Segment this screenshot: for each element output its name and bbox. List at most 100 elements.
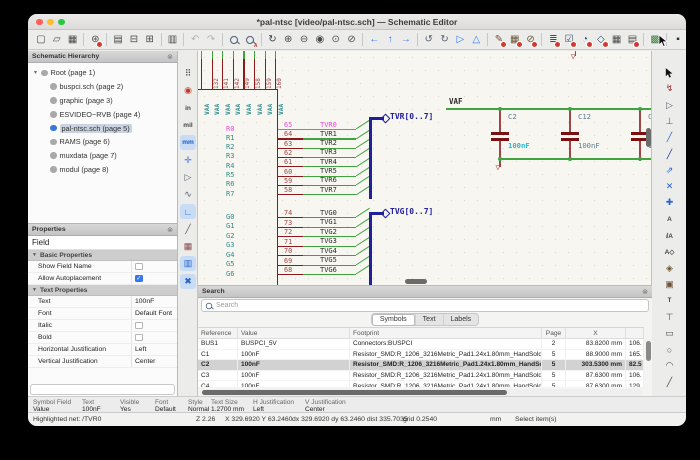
column-header[interactable]: Value [238, 328, 350, 338]
properties-panel-icon[interactable]: ✖ [180, 274, 196, 289]
hierarchy-item[interactable]: buspci.sch (page 2) [28, 80, 177, 94]
place-symbol-icon[interactable]: ▷ [662, 98, 678, 113]
hierarchy-item[interactable]: ▾Root (page 1) [28, 66, 177, 80]
property-value[interactable] [131, 261, 177, 272]
erc-icon[interactable]: ☑ [562, 32, 576, 47]
page-settings-icon[interactable]: ▤ [111, 32, 125, 47]
column-header[interactable]: X [566, 328, 626, 338]
select-tool-icon[interactable] [662, 65, 678, 80]
find-icon[interactable] [227, 32, 241, 47]
column-header[interactable] [626, 328, 644, 338]
table-row[interactable]: C4100nFResistor_SMD:R_1206_3216Metric_Pa… [198, 381, 644, 387]
grid-toggle-icon[interactable]: ⠿ [180, 66, 196, 81]
tab-symbols[interactable]: Symbols [372, 314, 415, 326]
schematic-canvas[interactable]: VAA132VAA141VAA142VAA149VAA158VAA159VAA1… [198, 51, 652, 285]
save-icon[interactable]: ▦ [66, 32, 80, 47]
canvas-v-scrollbar-thumb[interactable] [646, 128, 651, 147]
table-row[interactable]: BUS1BUSPCI_5VConnectors:BUSPCI283.8200 m… [198, 339, 644, 350]
symbol-library-icon[interactable]: ▦ [508, 32, 522, 47]
units-mils-icon[interactable]: mil [180, 118, 196, 133]
hierarchy-item-selected[interactable]: pal-ntsc.sch (page 5) [28, 121, 177, 135]
line-icon[interactable]: ╱ [662, 375, 678, 390]
units-inches-icon[interactable]: in [180, 101, 196, 116]
properties-close-icon[interactable]: ⊗ [167, 226, 173, 234]
table-row[interactable]: C3100nFResistor_SMD:R_1206_3216Metric_Pa… [198, 371, 644, 382]
properties-footer-field[interactable] [30, 384, 175, 395]
hv-wire-icon[interactable]: ∟ [180, 204, 196, 219]
junction-icon[interactable]: ✚ [662, 195, 678, 210]
print-icon[interactable]: ⊟ [127, 32, 141, 47]
column-header[interactable]: Reference [198, 328, 238, 338]
nav-up-icon[interactable]: ↑ [383, 32, 397, 47]
bus-definitions-icon[interactable]: ≣ [546, 32, 560, 47]
net-label-icon[interactable]: A [662, 212, 678, 227]
zoom-out-icon[interactable]: ⊖ [297, 32, 311, 47]
symbol-links-icon[interactable]: ⊘ [524, 32, 538, 47]
rotate-ccw-icon[interactable]: ↺ [422, 32, 436, 47]
cursor-shape-icon[interactable]: ✛ [180, 153, 196, 168]
search-close-icon[interactable]: ⊗ [642, 288, 648, 296]
title-bar[interactable]: *pal-ntsc [video/pal-ntsc.sch] — Schemat… [28, 14, 686, 30]
redo-icon[interactable]: ↷ [204, 32, 218, 47]
draw-wire-icon[interactable]: ╱ [662, 130, 678, 145]
hierarchy-item[interactable]: muxdata (page 7) [28, 149, 177, 163]
hierarchy-item[interactable]: ESVIDEO~RVB (page 4) [28, 107, 177, 121]
console-icon[interactable]: ▪ [671, 32, 685, 47]
nav-back-icon[interactable]: ← [367, 32, 381, 47]
hier-sheet-icon[interactable]: ▣ [662, 277, 678, 292]
hidden-pins-icon[interactable]: ▷ [180, 170, 196, 185]
table-row[interactable]: C1100nFResistor_SMD:R_1206_3216Metric_Pa… [198, 350, 644, 361]
symbol-fields-table-icon[interactable]: ▦ [610, 32, 624, 47]
table-row-selected[interactable]: C2100nFResistor_SMD:R_1206_3216Metric_Pa… [198, 360, 644, 371]
table-vertical-scrollbar[interactable] [646, 341, 651, 361]
textbox-icon[interactable]: ⊤ [662, 310, 678, 325]
no-connect-icon[interactable]: ✕ [662, 179, 678, 194]
bus-entry-icon[interactable]: ⇗ [662, 163, 678, 178]
canvas-h-scrollbar-thumb[interactable] [405, 279, 427, 284]
grid-snap-lock-icon[interactable]: ◉ [180, 83, 196, 98]
assign-footprints-icon[interactable]: ◇ [594, 32, 608, 47]
zoom-objects-icon[interactable]: ⊙ [329, 32, 343, 47]
refresh-icon[interactable]: ↻ [265, 32, 279, 47]
annotate-icon[interactable]: ✎ [492, 32, 506, 47]
wire-45-icon[interactable]: ╱ [180, 222, 196, 237]
circle-icon[interactable]: ○ [662, 342, 678, 357]
hierarchy-item[interactable]: modul (page 8) [28, 163, 177, 177]
hierarchy-close-icon[interactable]: ⊗ [167, 53, 173, 61]
property-section-header[interactable]: ▼Basic Properties [28, 250, 177, 261]
property-value[interactable] [131, 320, 177, 331]
find-replace-icon[interactable]: A [243, 32, 257, 47]
new-file-icon[interactable]: ▢ [34, 32, 48, 47]
arc-icon[interactable]: ◠ [662, 358, 678, 373]
place-power-port-icon[interactable]: ⊥ [662, 114, 678, 129]
search-input[interactable]: Search [201, 299, 649, 312]
nav-forward-icon[interactable]: → [399, 32, 413, 47]
plot-icon[interactable]: ⊞ [143, 32, 157, 47]
rect-icon[interactable]: ▭ [662, 326, 678, 341]
checkbox-unchecked[interactable] [135, 334, 143, 342]
column-header[interactable]: Footprint [350, 328, 542, 338]
zoom-fit-icon[interactable]: ◉ [313, 32, 327, 47]
schematic-setup-icon[interactable]: ⊛ [88, 32, 102, 47]
property-value[interactable]: Default Font [131, 308, 177, 319]
checkbox-unchecked[interactable] [135, 263, 143, 271]
checkbox-unchecked[interactable] [135, 322, 143, 330]
tab-text[interactable]: Text [415, 314, 443, 325]
property-value[interactable]: 100nF [131, 296, 177, 307]
property-value[interactable]: ✓ [131, 273, 177, 284]
property-value[interactable]: Center [131, 356, 177, 367]
units-mm-icon[interactable]: mm [180, 135, 196, 150]
free-angle-wire-icon[interactable]: ∿ [180, 187, 196, 202]
text-icon[interactable]: T [662, 293, 678, 308]
hierarchy-navigator-icon[interactable]: ▥ [180, 256, 196, 271]
zoom-selection-icon[interactable]: ⊘ [345, 32, 359, 47]
undo-icon[interactable]: ↶ [188, 32, 202, 47]
zoom-in-icon[interactable]: ⊕ [281, 32, 295, 47]
property-section-header[interactable]: ▼Text Properties [28, 285, 177, 296]
checkbox-checked[interactable]: ✓ [135, 275, 143, 283]
hier-label-icon[interactable]: ◈ [662, 261, 678, 276]
global-label-icon[interactable]: A◇ [662, 244, 678, 259]
rotate-cw-icon[interactable]: ↻ [438, 32, 452, 47]
hierarchy-item[interactable]: graphic (page 3) [28, 94, 177, 108]
property-value[interactable] [131, 332, 177, 343]
